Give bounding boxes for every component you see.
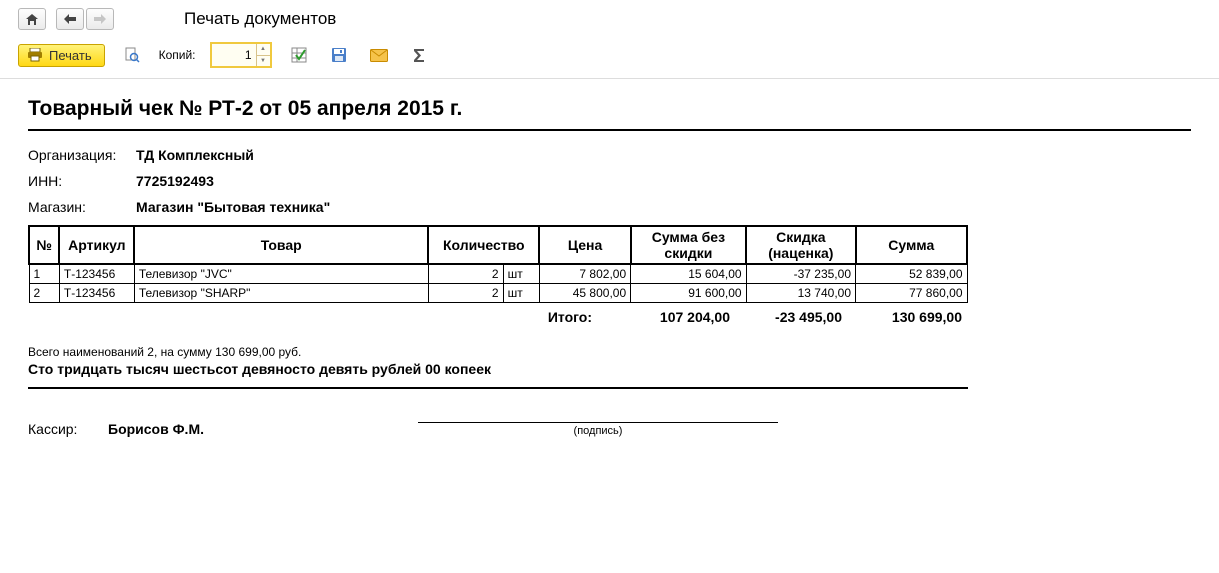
cell-price: 45 800,00 [539, 284, 630, 303]
print-button-label: Печать [49, 48, 92, 63]
copies-stepper[interactable]: ▲ ▼ [210, 42, 272, 68]
cell-qty: 2 [428, 264, 503, 284]
org-label: Организация: [28, 147, 136, 163]
document-area: Товарный чек № РТ-2 от 05 апреля 2015 г.… [0, 79, 1219, 455]
toolbar: Печать Копий: ▲ ▼ [0, 34, 1219, 79]
th-qty: Количество [428, 226, 539, 264]
forward-button[interactable] [86, 8, 114, 30]
table-check-icon [291, 47, 307, 63]
inn-value: 7725192493 [136, 173, 214, 189]
totals-sum: 130 699,00 [850, 309, 968, 325]
cell-goods: Телевизор "JVC" [134, 264, 428, 284]
inn-label: ИНН: [28, 173, 136, 189]
store-label: Магазин: [28, 199, 136, 215]
sigma-button[interactable] [406, 43, 432, 67]
cell-unit: шт [503, 264, 539, 284]
th-sumnd: Сумма без скидки [631, 226, 746, 264]
printer-icon [27, 48, 43, 62]
excel-button[interactable] [286, 43, 312, 67]
table-row: 1Т-123456Телевизор "JVC"2шт7 802,0015 60… [29, 264, 967, 284]
sign-name: Борисов Ф.М. [108, 421, 218, 437]
home-button[interactable] [18, 8, 46, 30]
items-table: № Артикул Товар Количество Цена Сумма бе… [28, 225, 968, 303]
back-button[interactable] [56, 8, 84, 30]
meta-inn: ИНН: 7725192493 [28, 173, 1191, 189]
cell-art: Т-123456 [59, 264, 134, 284]
summary-count: Всего наименований 2, на сумму 130 699,0… [28, 345, 1191, 359]
cell-sum: 52 839,00 [856, 264, 968, 284]
sigma-icon [412, 48, 426, 63]
sign-row: Кассир: Борисов Ф.М. (подпись) [28, 421, 1191, 437]
page-magnifier-icon [124, 47, 140, 63]
totals-label: Итого: [548, 309, 620, 325]
table-row: 2Т-123456Телевизор "SHARP"2шт45 800,0091… [29, 284, 967, 303]
th-art: Артикул [59, 226, 134, 264]
copies-label: Копий: [159, 48, 196, 62]
page-title: Печать документов [184, 9, 336, 29]
top-nav: Печать документов [0, 0, 1219, 34]
home-icon [25, 13, 39, 26]
arrow-right-icon [94, 14, 106, 24]
arrow-left-icon [64, 14, 76, 24]
totals-row: Итого: 107 204,00 -23 495,00 130 699,00 [28, 309, 968, 325]
th-sum: Сумма [856, 226, 968, 264]
cell-n: 2 [29, 284, 59, 303]
mail-icon [370, 49, 388, 62]
cell-sumnd: 15 604,00 [631, 264, 746, 284]
cell-sum: 77 860,00 [856, 284, 968, 303]
save-button[interactable] [326, 43, 352, 67]
totals-disc: -23 495,00 [738, 309, 850, 325]
cell-disc: 13 740,00 [746, 284, 855, 303]
cell-qty: 2 [428, 284, 503, 303]
doc-title: Товарный чек № РТ-2 от 05 апреля 2015 г. [28, 97, 1191, 131]
cell-price: 7 802,00 [539, 264, 630, 284]
cell-disc: -37 235,00 [746, 264, 855, 284]
preview-button[interactable] [119, 43, 145, 67]
cell-art: Т-123456 [59, 284, 134, 303]
th-price: Цена [539, 226, 630, 264]
nav-history [56, 8, 114, 30]
sign-label: Кассир: [28, 421, 108, 437]
th-n: № [29, 226, 59, 264]
cell-n: 1 [29, 264, 59, 284]
copies-up[interactable]: ▲ [257, 44, 270, 56]
cell-unit: шт [503, 284, 539, 303]
org-value: ТД Комплексный [136, 147, 254, 163]
totals-sumnd: 107 204,00 [620, 309, 738, 325]
cell-sumnd: 91 600,00 [631, 284, 746, 303]
print-button[interactable]: Печать [18, 44, 105, 67]
th-goods: Товар [134, 226, 428, 264]
meta-org: Организация: ТД Комплексный [28, 147, 1191, 163]
copies-down[interactable]: ▼ [257, 56, 270, 67]
store-value: Магазин "Бытовая техника" [136, 199, 330, 215]
cell-goods: Телевизор "SHARP" [134, 284, 428, 303]
th-disc: Скидка (наценка) [746, 226, 855, 264]
copies-input[interactable] [212, 44, 256, 66]
email-button[interactable] [366, 43, 392, 67]
floppy-icon [331, 47, 347, 63]
meta-store: Магазин: Магазин "Бытовая техника" [28, 199, 1191, 215]
sign-caption: (подпись) [418, 422, 778, 437]
summary-words: Сто тридцать тысяч шестьсот девяносто де… [28, 361, 968, 389]
